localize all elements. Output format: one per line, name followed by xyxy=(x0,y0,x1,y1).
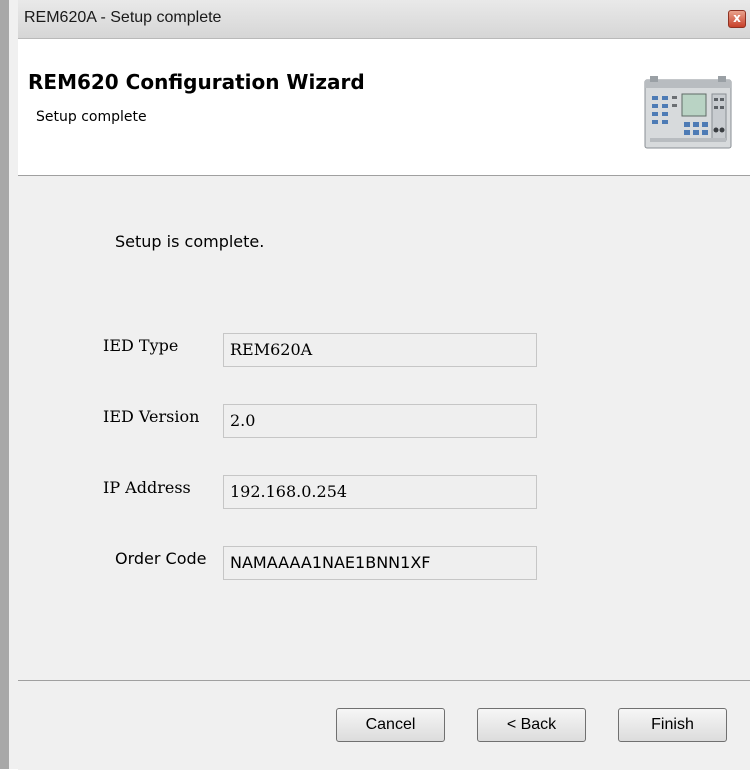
ied-type-field: REM620A xyxy=(223,333,537,367)
finish-button[interactable]: Finish xyxy=(618,708,727,742)
wizard-footer: Cancel < Back Finish xyxy=(18,680,750,770)
wizard-title: REM620 Configuration Wizard xyxy=(28,70,365,94)
wizard-header: REM620 Configuration Wizard Setup comple… xyxy=(18,39,750,176)
close-button[interactable]: x xyxy=(728,10,746,28)
back-button[interactable]: < Back xyxy=(477,708,586,742)
ied-version-label: IED Version xyxy=(103,407,200,426)
order-code-label: Order Code xyxy=(115,549,207,568)
order-code-field: NAMAAAA1NAE1BNN1XF xyxy=(223,546,537,580)
ied-version-field: 2.0 xyxy=(223,404,537,438)
wizard-subtitle: Setup complete xyxy=(36,109,147,125)
ip-address-field: 192.168.0.254 xyxy=(223,475,537,509)
ied-type-label: IED Type xyxy=(103,336,179,355)
window-title: REM620A - Setup complete xyxy=(24,9,222,26)
completion-message: Setup is complete. xyxy=(115,232,265,251)
relay-device-image xyxy=(644,76,732,149)
ip-address-label: IP Address xyxy=(103,478,191,497)
wizard-content: Setup is complete. IED Type REM620A IED … xyxy=(18,176,750,679)
wizard-window: REM620A - Setup complete x REM620 Config… xyxy=(0,0,750,770)
close-icon: x xyxy=(733,11,741,25)
title-bar[interactable]: REM620A - Setup complete x xyxy=(18,0,750,39)
cancel-button[interactable]: Cancel xyxy=(336,708,445,742)
